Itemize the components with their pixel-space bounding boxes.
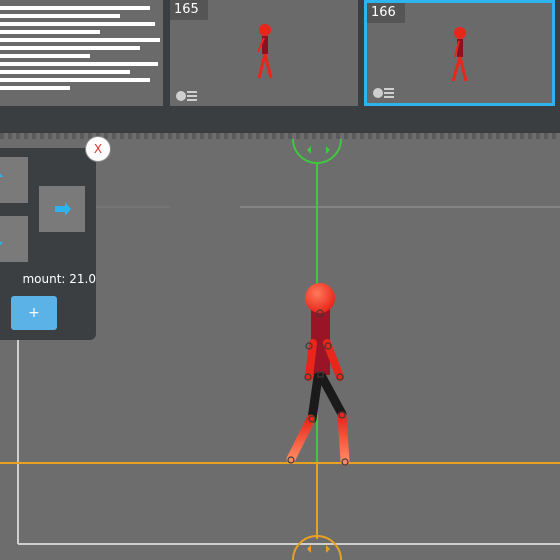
frame-thumbnail-166[interactable]: 166 <box>364 0 555 106</box>
frame-stick-figure <box>257 24 273 79</box>
frame-thumbnail-prev[interactable] <box>0 0 163 106</box>
move-down-button[interactable] <box>0 216 28 262</box>
frame-options-icon[interactable] <box>373 87 395 99</box>
move-up-button[interactable] <box>0 157 28 203</box>
timeline-strip: 165 166 <box>0 0 560 133</box>
close-panel-button[interactable]: X <box>85 136 111 162</box>
frame-options-icon[interactable] <box>176 90 198 102</box>
amount-label: mount: 21.0 <box>22 272 96 286</box>
add-button[interactable]: + <box>11 296 57 330</box>
move-right-button[interactable] <box>39 186 85 232</box>
frame-thumbnail-165[interactable]: 165 <box>170 0 358 106</box>
